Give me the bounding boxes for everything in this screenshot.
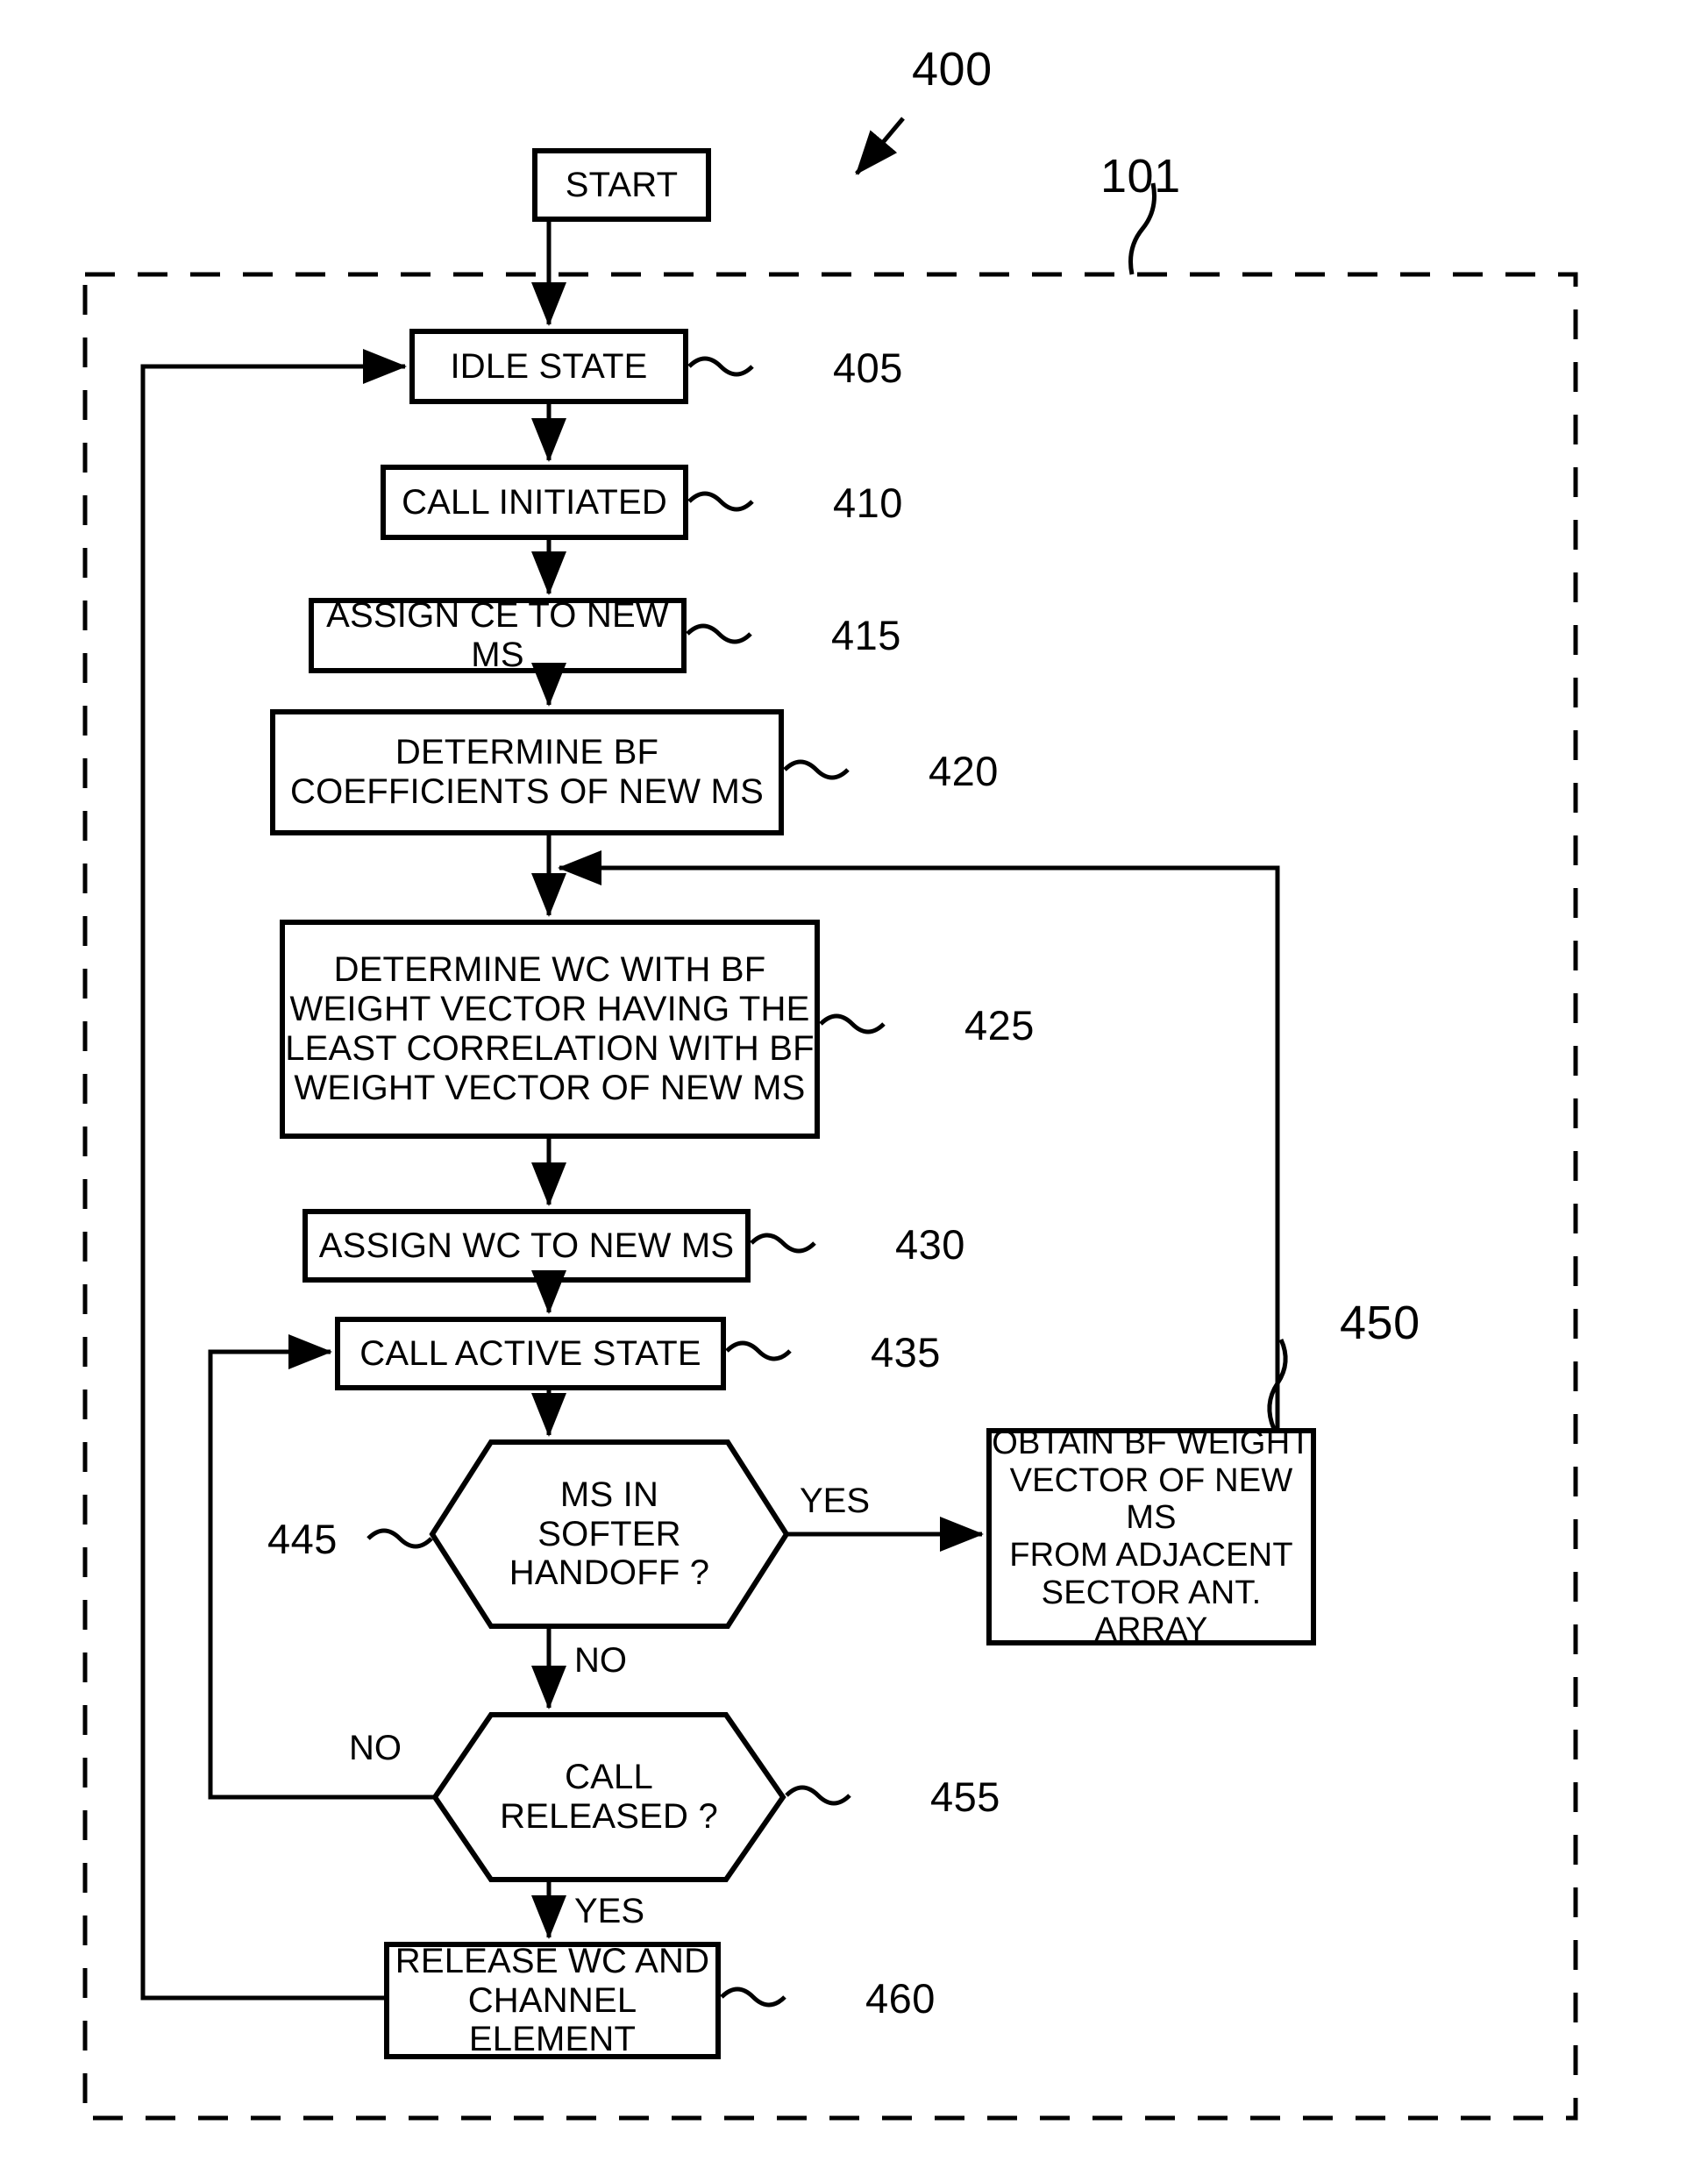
ref-410: 410 xyxy=(833,480,903,526)
node-obtain-bf-label: OBTAIN BF WEIGHT VECTOR OF NEW MS FROM A… xyxy=(992,1425,1311,1649)
flowchart-vector-layer xyxy=(82,117,1578,2121)
ref-450: 450 xyxy=(1340,1297,1420,1349)
ref-460: 460 xyxy=(865,1975,936,2022)
node-release-wc-label: RELEASE WC AND CHANNEL ELEMENT xyxy=(395,1941,710,2059)
leader-line-460 xyxy=(720,1987,786,2008)
ref-455: 455 xyxy=(930,1773,1000,1820)
node-call-active-state-label: CALL ACTIVE STATE xyxy=(359,1333,701,1373)
node-assign-ce-label: ASSIGN CE TO NEW MS xyxy=(326,596,669,674)
ref-430: 430 xyxy=(895,1221,965,1268)
edge-label-call-released-yes: YES xyxy=(574,1892,645,1930)
figure-canvas: START IDLE STATE CALL INITIATED ASSIGN C… xyxy=(0,0,1708,2182)
node-idle-state-label: IDLE STATE xyxy=(450,346,648,386)
node-determine-wc-label: DETERMINE WC WITH BF WEIGHT VECTOR HAVIN… xyxy=(285,950,815,1107)
arrow-figure-400-pointer xyxy=(855,117,905,175)
leader-line-405 xyxy=(687,356,754,377)
leader-line-430 xyxy=(750,1233,816,1254)
node-start-label: START xyxy=(565,165,679,204)
ref-figure-400: 400 xyxy=(912,43,993,96)
ref-425: 425 xyxy=(964,1002,1035,1048)
edge-label-call-released-no: NO xyxy=(349,1729,402,1767)
leader-line-450 xyxy=(1267,1338,1288,1430)
node-determine-bf-label: DETERMINE BF COEFFICIENTS OF NEW MS xyxy=(290,733,764,811)
enclosure-101-boundary xyxy=(82,272,1578,2121)
leader-line-420 xyxy=(783,759,850,780)
ref-enclosure-101: 101 xyxy=(1100,150,1181,203)
ref-445: 445 xyxy=(267,1516,338,1562)
leader-line-410 xyxy=(687,491,754,512)
leader-line-445 xyxy=(367,1528,433,1549)
leader-line-415 xyxy=(686,623,752,644)
ref-405: 405 xyxy=(833,345,903,391)
node-softer-handoff-label: MS IN SOFTER HANDOFF ? xyxy=(509,1475,710,1593)
ref-435: 435 xyxy=(871,1329,941,1375)
leader-line-455 xyxy=(785,1785,851,1806)
node-call-initiated-label: CALL INITIATED xyxy=(402,482,667,522)
node-call-released-label: CALL RELEASED ? xyxy=(500,1758,718,1836)
ref-415: 415 xyxy=(831,612,901,658)
leader-line-435 xyxy=(725,1340,792,1361)
leader-line-425 xyxy=(819,1013,886,1034)
edge-label-softer-handoff-yes: YES xyxy=(800,1482,871,1520)
ref-420: 420 xyxy=(929,748,999,794)
node-assign-wc-label: ASSIGN WC TO NEW MS xyxy=(318,1226,735,1265)
edge-label-softer-handoff-no: NO xyxy=(574,1641,627,1680)
